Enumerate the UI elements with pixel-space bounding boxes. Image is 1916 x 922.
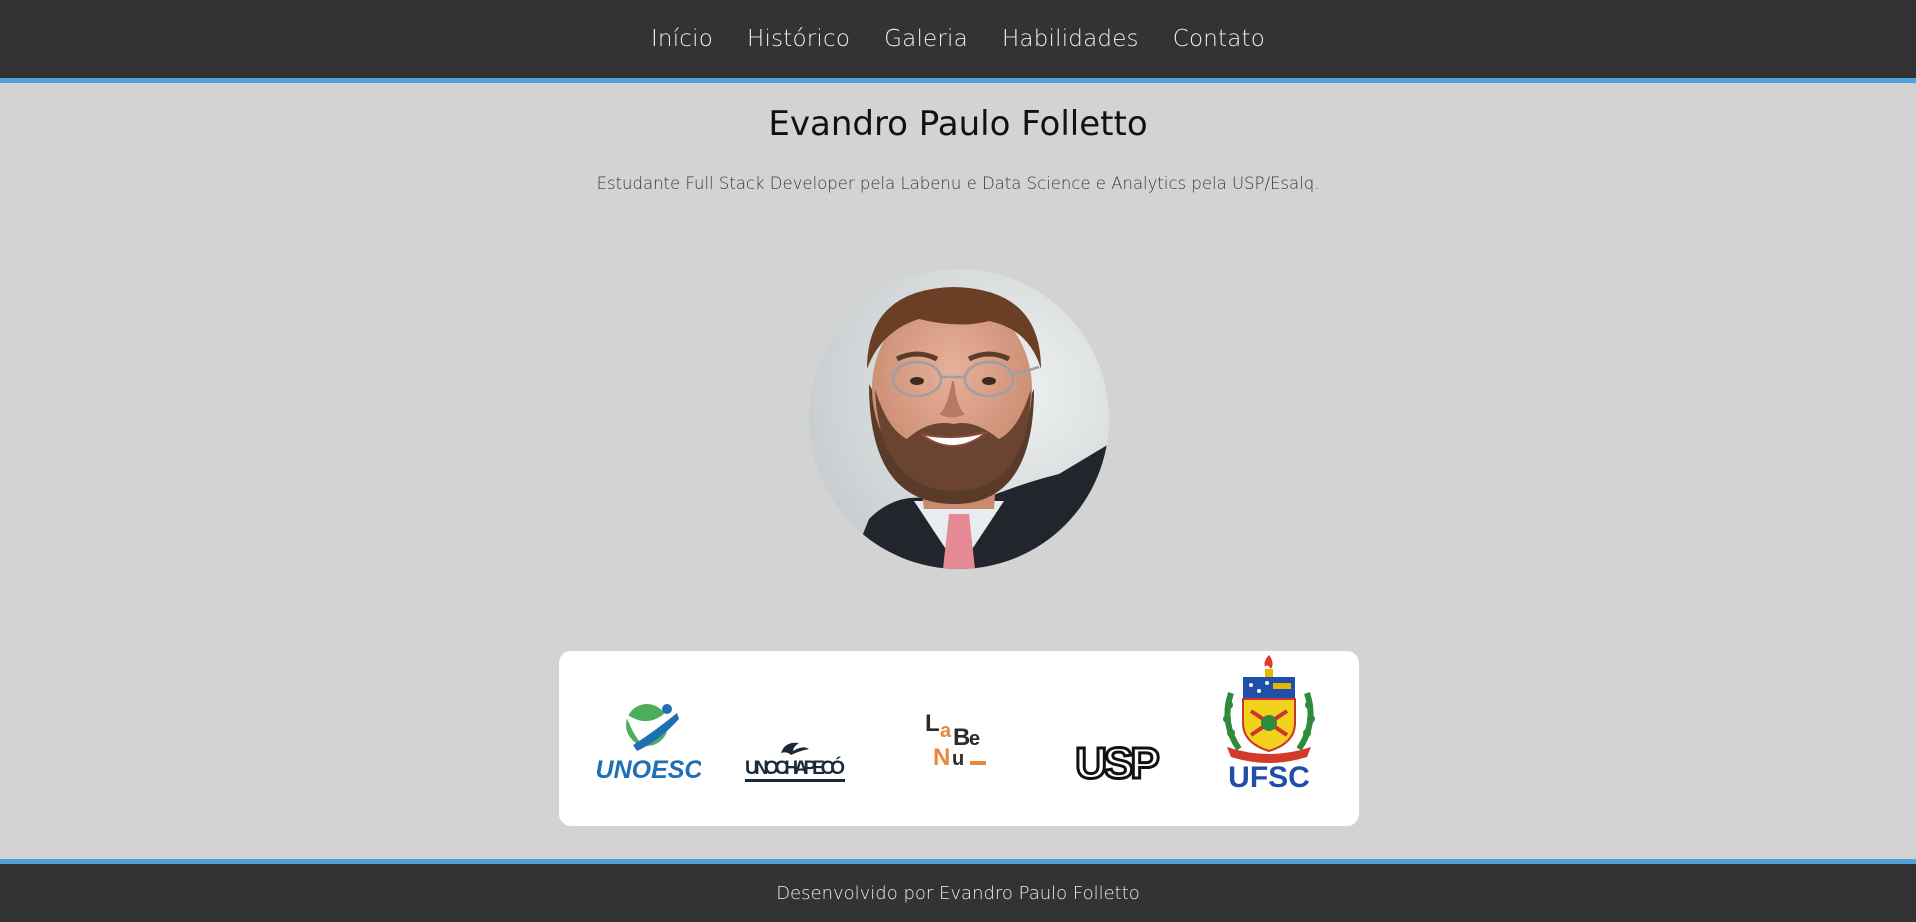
nav-link-habilidades[interactable]: Habilidades — [1002, 26, 1139, 52]
labenu-letter-e: e — [969, 728, 980, 750]
usp-logo-graphic: USP — [1074, 738, 1163, 790]
nav-item-habilidades: Habilidades — [1002, 26, 1139, 52]
unochapeco-logo: UNOCHAPECÓ — [743, 739, 847, 789]
usp-logo-text: USP — [1075, 739, 1158, 788]
profile-photo — [809, 269, 1109, 569]
ufsc-logo-text: UFSC — [1228, 761, 1310, 791]
labenu-letter-l: L — [925, 710, 940, 737]
labenu-logo: L a B e N u — [921, 709, 993, 771]
page-footer: Desenvolvido por Evandro Paulo Folletto — [0, 859, 1916, 922]
nav-item-contato: Contato — [1173, 26, 1265, 52]
top-navbar: Início Histórico Galeria Habilidades Con… — [0, 0, 1916, 83]
ufsc-logo-graphic: UFSC — [1223, 655, 1315, 794]
labenu-letter-a: a — [940, 720, 952, 742]
page-subtitle: Estudante Full Stack Developer pela Labe… — [596, 174, 1320, 193]
ufsc-logo: UFSC — [1217, 653, 1321, 794]
labenu-letter-n: N — [933, 744, 950, 769]
nav-item-inicio: Início — [651, 26, 713, 52]
page-title: Evandro Paulo Folletto — [768, 104, 1148, 144]
usp-logo: USP — [1064, 738, 1168, 790]
institutions-logos-panel: UNOESC UNOCHAPECÓ L a B e N u USP UFSC — [559, 651, 1359, 826]
nav-item-historico: Histórico — [747, 26, 850, 52]
footer-credit: Desenvolvido por Evandro Paulo Folletto — [776, 882, 1140, 904]
unochapeco-logo-graphic: UNOCHAPECÓ — [745, 742, 845, 782]
labenu-letter-b: B — [953, 724, 970, 751]
nav-item-galeria: Galeria — [884, 26, 968, 52]
unoesc-logo-text: UNOESC — [597, 756, 701, 781]
unoesc-logo-graphic: UNOESC — [596, 704, 703, 784]
unochapeco-logo-text: UNOCHAPECÓ — [745, 757, 845, 779]
unoesc-logo: UNOESC — [596, 701, 703, 784]
profile-photo-illustration — [809, 269, 1109, 569]
labenu-logo-graphic: L a B e N u — [925, 710, 986, 771]
nav-link-historico[interactable]: Histórico — [747, 26, 850, 52]
nav-menu: Início Histórico Galeria Habilidades Con… — [0, 0, 1916, 78]
nav-link-contato[interactable]: Contato — [1173, 26, 1265, 52]
nav-link-galeria[interactable]: Galeria — [884, 26, 968, 52]
labenu-letter-u: u — [952, 748, 964, 769]
nav-link-inicio[interactable]: Início — [651, 26, 713, 52]
